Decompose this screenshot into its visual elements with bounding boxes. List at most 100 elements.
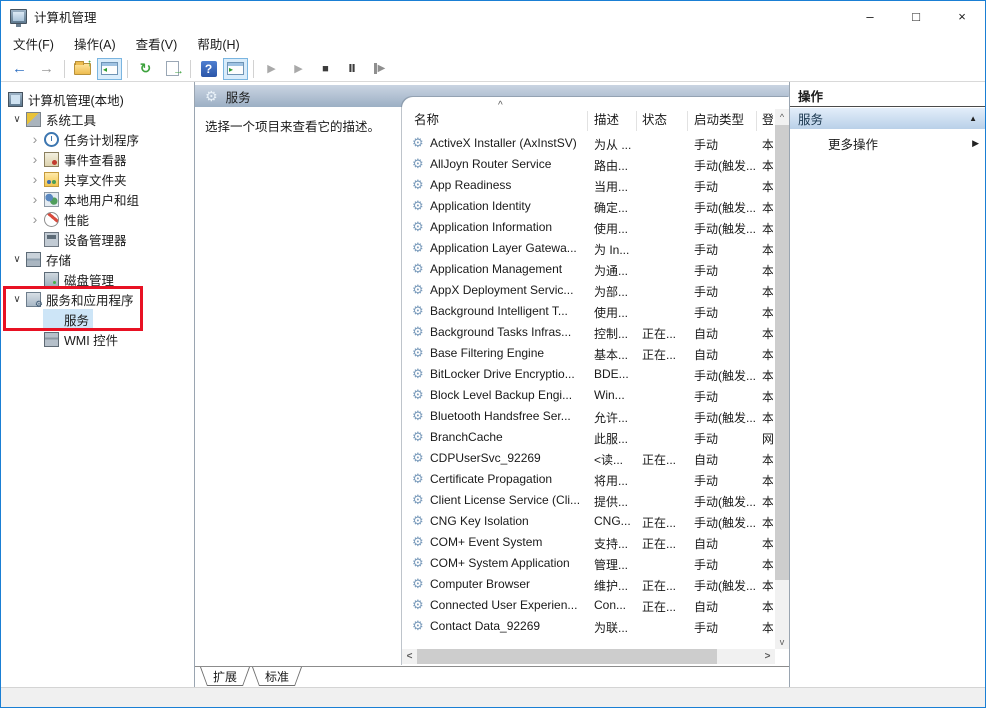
service-row[interactable]: ⚙ App Readiness 当用... 手动 本: [402, 175, 775, 196]
service-row[interactable]: ⚙ CNG Key Isolation CNG... 正在... 手动(触发..…: [402, 511, 775, 532]
service-row[interactable]: ⚙ Client License Service (Cli... 提供... 手…: [402, 490, 775, 511]
maximize-button[interactable]: □: [893, 1, 939, 31]
service-row[interactable]: ⚙ Block Level Backup Engi... Win... 手动 本: [402, 385, 775, 406]
export-list-button[interactable]: →: [160, 58, 185, 80]
scroll-down-icon[interactable]: v: [775, 634, 789, 649]
tree-item[interactable]: › 共享文件夹: [1, 169, 194, 189]
service-row[interactable]: ⚙ Background Tasks Infras... 控制... 正在...…: [402, 322, 775, 343]
refresh-button[interactable]: ↻: [133, 58, 158, 80]
service-row[interactable]: ⚙ Background Intelligent T... 使用... 手动 本: [402, 301, 775, 322]
service-gear-icon: ⚙: [412, 618, 424, 633]
column-header-logon[interactable]: 登: [762, 109, 773, 128]
tree-item[interactable]: › 事件查看器: [1, 149, 194, 169]
horizontal-scrollbar[interactable]: < >: [402, 649, 775, 664]
service-gear-icon: ⚙: [412, 303, 424, 318]
show-console-tree-button[interactable]: ◂: [97, 57, 122, 80]
9con: [44, 271, 59, 287]
menu-item[interactable]: 帮助(H): [187, 31, 249, 56]
show-action-pane-button[interactable]: ▸: [223, 57, 248, 80]
column-header-status[interactable]: 状态: [642, 109, 667, 128]
start-service-button[interactable]: ▶: [259, 58, 284, 80]
service-gear-icon: ⚙: [412, 135, 424, 150]
service-row[interactable]: ⚙ COM+ Event System 支持... 正在... 自动 本: [402, 532, 775, 553]
tree-expander-icon[interactable]: ›: [27, 132, 43, 146]
back-button[interactable]: ←: [7, 58, 32, 80]
vertical-scrollbar[interactable]: ^ v: [775, 109, 789, 649]
scroll-right-icon[interactable]: >: [760, 649, 775, 664]
service-row[interactable]: ⚙ COM+ System Application 管理... 手动 本: [402, 553, 775, 574]
menu-item[interactable]: 查看(V): [126, 31, 188, 56]
service-row[interactable]: ⚙ Application Identity 确定... 手动(触发... 本: [402, 196, 775, 217]
tree-item[interactable]: › 任务计划程序: [1, 129, 194, 149]
service-name: AppX Deployment Servic...: [430, 283, 574, 297]
scroll-up-icon[interactable]: ^: [775, 109, 789, 124]
scroll-left-icon[interactable]: <: [402, 649, 417, 664]
service-row[interactable]: ⚙ Base Filtering Engine 基本... 正在... 自动 本: [402, 343, 775, 364]
service-row[interactable]: ⚙ CDPUserSvc_92269 <读... 正在... 自动 本: [402, 448, 775, 469]
service-row[interactable]: ⚙ Application Layer Gatewa... 为 In... 手动…: [402, 238, 775, 259]
service-row[interactable]: ⚙ Computer Browser 维护... 正在... 手动(触发... …: [402, 574, 775, 595]
7con: [44, 231, 59, 247]
stop-service-button[interactable]: ■: [313, 58, 338, 80]
tree-item-label: 共享文件夹: [64, 173, 127, 188]
menu-item[interactable]: 文件(F): [3, 31, 64, 56]
tree-expander-icon[interactable]: ›: [27, 192, 43, 206]
tree-item[interactable]: 磁盘管理: [1, 269, 194, 289]
service-row[interactable]: ⚙ BranchCache 此服... 手动 网: [402, 427, 775, 448]
service-row[interactable]: ⚙ AllJoyn Router Service 路由... 手动(触发... …: [402, 154, 775, 175]
menu-bar: 文件(F) 操作(A) 查看(V) 帮助(H): [1, 31, 985, 56]
service-row[interactable]: ⚙ Bluetooth Handsfree Ser... 允许... 手动(触发…: [402, 406, 775, 427]
tree-expander-icon[interactable]: ›: [27, 212, 43, 226]
actions-group-title: 服务: [798, 113, 824, 127]
service-startup-type: 手动(触发...: [694, 579, 756, 593]
tree-item[interactable]: ∨ 服务和应用程序: [1, 289, 194, 310]
tree-item[interactable]: › 性能: [1, 209, 194, 229]
tree-item[interactable]: 计算机管理(本地): [1, 89, 194, 109]
view-tab[interactable]: 扩展: [200, 667, 250, 686]
tree-expander-icon[interactable]: ›: [27, 152, 43, 166]
view-tab[interactable]: 标准: [252, 667, 302, 686]
close-button[interactable]: ×: [939, 1, 985, 31]
service-row[interactable]: ⚙ Connected User Experien... Con... 正在..…: [402, 595, 775, 616]
menu-item[interactable]: 操作(A): [64, 31, 126, 56]
service-name: Block Level Backup Engi...: [430, 388, 573, 402]
service-row[interactable]: ⚙ ActiveX Installer (AxInstSV) 为从 ... 手动…: [402, 133, 775, 154]
tree-item[interactable]: 服务: [1, 308, 194, 330]
service-row[interactable]: ⚙ Certificate Propagation 将用... 手动 本: [402, 469, 775, 490]
tree-item[interactable]: › 本地用户和组: [1, 189, 194, 209]
column-header-name[interactable]: 名称: [414, 109, 439, 128]
tree-item[interactable]: ∨ 存储: [1, 249, 194, 269]
actions-group-services[interactable]: 服务 ▲: [790, 107, 985, 129]
6con: [44, 211, 59, 227]
tree-expander-icon[interactable]: ∨: [9, 254, 25, 265]
more-actions-item[interactable]: 更多操作 ▶: [790, 129, 985, 157]
service-gear-icon: ⚙: [412, 261, 424, 276]
action-pane-icon: ▸: [227, 62, 244, 75]
column-header-description[interactable]: 描述: [594, 109, 619, 128]
help-button[interactable]: ?: [196, 58, 221, 80]
horizontal-scroll-thumb[interactable]: [417, 649, 717, 664]
tree-expander-icon[interactable]: ∨: [9, 294, 25, 305]
resume-service-button[interactable]: ▶: [286, 58, 311, 80]
minimize-button[interactable]: –: [847, 1, 893, 31]
service-row[interactable]: ⚙ AppX Deployment Servic... 为部... 手动 本: [402, 280, 775, 301]
restart-service-button[interactable]: ▶: [367, 58, 392, 80]
tree-expander-icon[interactable]: ›: [27, 172, 43, 186]
tree-item[interactable]: WMI 控件: [1, 329, 194, 349]
service-name: AllJoyn Router Service: [430, 157, 552, 171]
forward-button[interactable]: →: [34, 58, 59, 80]
up-one-level-button[interactable]: ↑: [70, 58, 95, 80]
service-row[interactable]: ⚙ Application Information 使用... 手动(触发...…: [402, 217, 775, 238]
tree-item[interactable]: 设备管理器: [1, 229, 194, 249]
tree-item[interactable]: ∨ 系统工具: [1, 109, 194, 129]
service-row[interactable]: ⚙ BitLocker Drive Encryptio... BDE... 手动…: [402, 364, 775, 385]
service-row[interactable]: ⚙ Contact Data_92269 为联... 手动 本: [402, 616, 775, 637]
forward-arrow-icon: →: [39, 60, 54, 77]
tree-expander-icon[interactable]: ∨: [9, 114, 25, 125]
pause-service-button[interactable]: Ⅱ: [340, 58, 365, 80]
console-tree: 计算机管理(本地) ∨ 系统工具 › 任务计划程序 › 事件查看器 › 共享文件…: [1, 82, 195, 687]
collapse-caret-icon[interactable]: ▲: [969, 114, 977, 123]
column-header-startup[interactable]: 启动类型: [694, 109, 744, 128]
vertical-scroll-thumb[interactable]: [775, 125, 789, 580]
service-row[interactable]: ⚙ Application Management 为通... 手动 本: [402, 259, 775, 280]
